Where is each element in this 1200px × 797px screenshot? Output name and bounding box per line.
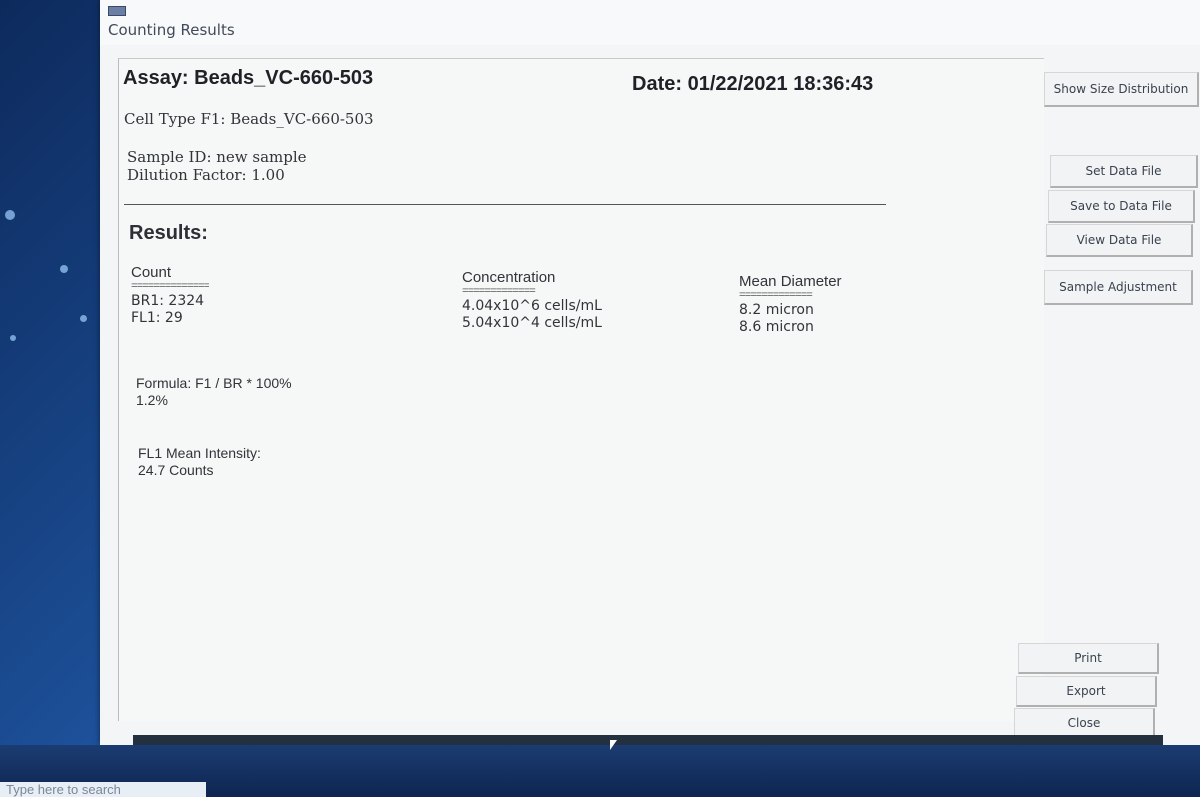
save-to-data-file-button[interactable]: Save to Data File [1048,190,1195,223]
print-button[interactable]: Print [1018,643,1159,674]
assay-title: Assay: Beads_VC-660-503 [123,67,374,89]
mean-diameter-column: Mean Diameter ============= 8.2 micron 8… [739,273,842,336]
concentration-header: Concentration [462,269,556,286]
count-column: Count ============== BR1: 2324 FL1: 29 [131,264,209,327]
count-rule: ============== [131,281,210,293]
section-divider [124,204,886,205]
cell-type: Cell Type F1: Beads_VC-660-503 [124,110,374,128]
window-title: Counting Results [108,21,235,39]
mean-diameter-fl1: 8.6 micron [739,319,814,335]
mouse-pointer-icon [610,740,617,750]
mean-diameter-br1: 8.2 micron [739,302,814,318]
intensity-block: FL1 Mean Intensity: 24.7 Counts [138,445,261,479]
formula-block: Formula: F1 / BR * 100% 1.2% [136,375,292,409]
title-bar: Counting Results [100,0,1200,45]
concentration-rule: ============= [462,286,536,298]
mean-diameter-header: Mean Diameter [739,273,842,290]
set-data-file-button[interactable]: Set Data File [1050,155,1198,188]
count-br1: BR1: 2324 [131,293,205,309]
formula-label: Formula: F1 / BR * 100% [136,375,292,391]
results-heading: Results: [129,222,208,244]
results-panel: Assay: Beads_VC-660-503 Date: 01/22/2021… [118,58,1044,721]
concentration-br1: 4.04x10^6 cells/mL [462,298,602,314]
desktop-light-4 [10,335,16,341]
export-button[interactable]: Export [1016,676,1157,707]
report-date: Date: 01/22/2021 18:36:43 [632,73,874,95]
mean-diameter-rule: ============= [739,290,813,302]
count-fl1: FL1: 29 [131,310,183,326]
concentration-fl1: 5.04x10^4 cells/mL [462,315,602,331]
count-header: Count [131,264,172,281]
dilution-factor: Dilution Factor: 1.00 [127,166,285,184]
formula-value: 1.2% [136,392,168,408]
intensity-value: 24.7 Counts [138,462,214,478]
show-size-distribution-button[interactable]: Show Size Distribution [1044,72,1199,107]
taskbar-search-input[interactable]: Type here to search [0,782,206,797]
desktop-light-1 [5,210,15,220]
app-icon [108,6,126,16]
window-bottom-strip [133,735,1163,745]
intensity-label: FL1 Mean Intensity: [138,445,261,461]
desktop-light-3 [80,315,87,322]
concentration-column: Concentration ============= 4.04x10^6 ce… [462,269,602,332]
counting-results-window: Counting Results Assay: Beads_VC-660-503… [100,0,1200,745]
desktop-light-2 [60,265,68,273]
sample-adjustment-button[interactable]: Sample Adjustment [1044,270,1193,305]
sample-id: Sample ID: new sample [127,148,307,166]
view-data-file-button[interactable]: View Data File [1046,224,1193,257]
